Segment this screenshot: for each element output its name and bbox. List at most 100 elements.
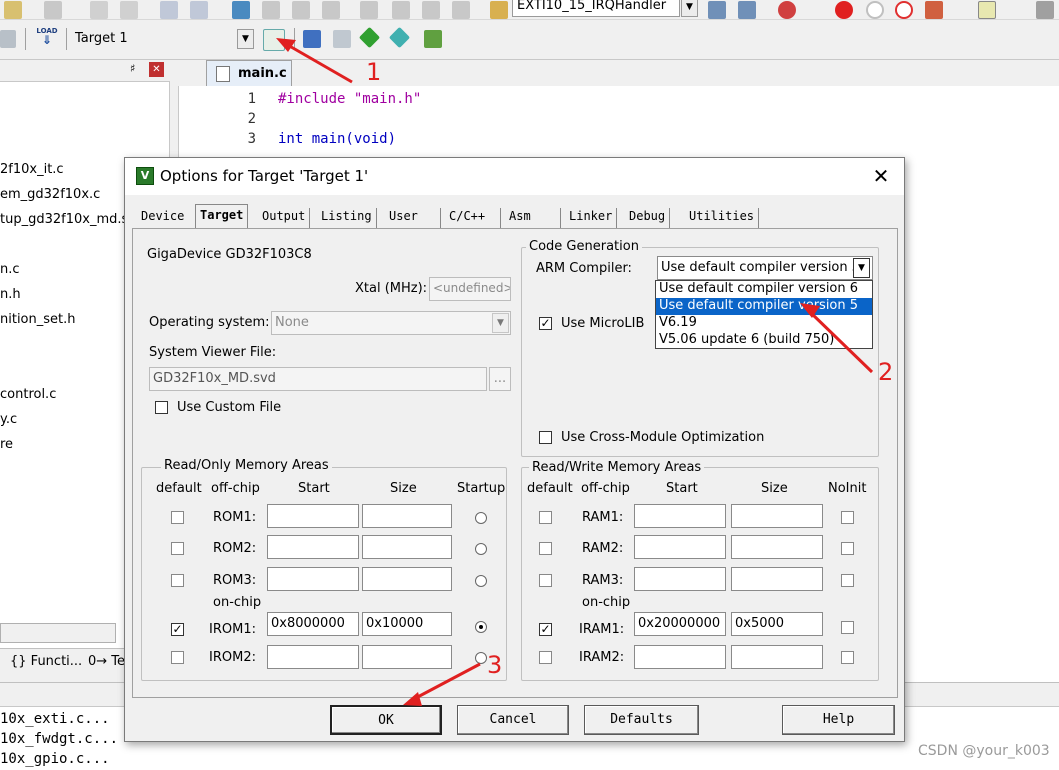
templates-tab[interactable]: 0→ Te — [88, 654, 125, 669]
pin-icon[interactable]: ♯ — [130, 62, 135, 75]
breakpoint-icon[interactable] — [835, 1, 853, 19]
ram1-default-checkbox[interactable] — [539, 511, 552, 524]
tab-target[interactable]: Target — [195, 204, 249, 229]
project-file-item[interactable]: em_gd32f10x.c — [0, 187, 100, 202]
project-file-item[interactable]: tup_gd32f10x_md.s — [0, 212, 128, 227]
compiler-option[interactable]: V6.19 — [656, 315, 872, 332]
rom1-startup-radio[interactable] — [475, 512, 487, 524]
find-icon[interactable] — [708, 1, 726, 19]
tab-user[interactable]: User — [385, 208, 441, 228]
tab-utilities[interactable]: Utilities — [685, 208, 760, 228]
ram3-size-input[interactable] — [731, 567, 823, 591]
batch-build-icon[interactable] — [0, 30, 16, 48]
incremental-find-icon[interactable] — [738, 1, 756, 19]
irom1-size-input[interactable]: 0x10000 — [362, 612, 452, 636]
custom-file-checkbox[interactable] — [155, 401, 168, 414]
pack-installer-icon[interactable] — [424, 30, 442, 48]
find-in-files-icon[interactable] — [490, 1, 508, 19]
debug-session-icon[interactable] — [778, 1, 796, 19]
tab-listing[interactable]: Listing — [317, 208, 377, 228]
project-file-item[interactable]: 2f10x_it.c — [0, 162, 64, 177]
function-combo[interactable]: EXTI10_15_IRQHandler — [512, 0, 680, 17]
copy-icon[interactable] — [44, 1, 62, 19]
window-layout-icon[interactable] — [978, 1, 996, 19]
dialog-titlebar[interactable]: V Options for Target 'Target 1' ✕ — [125, 158, 904, 195]
bookmark-clear-icon[interactable] — [322, 1, 340, 19]
arm-compiler-select[interactable]: Use default compiler version 5 — [657, 256, 873, 280]
compiler-option[interactable]: Use default compiler version 6 — [656, 281, 872, 298]
rom1-default-checkbox[interactable] — [171, 511, 184, 524]
project-file-item[interactable]: y.c — [0, 412, 17, 427]
svd-input[interactable]: GD32F10x_MD.svd — [149, 367, 487, 391]
cancel-button[interactable]: Cancel — [457, 705, 569, 735]
project-panel-scrollbar[interactable] — [0, 623, 116, 643]
compiler-option-selected[interactable]: Use default compiler version 5 — [656, 298, 872, 315]
irom2-default-checkbox[interactable] — [171, 651, 184, 664]
functions-tab[interactable]: {} Functi... — [10, 654, 82, 669]
uncomment-icon[interactable] — [452, 1, 470, 19]
iram1-noinit-checkbox[interactable] — [841, 621, 854, 634]
ram1-start-input[interactable] — [634, 504, 726, 528]
iram2-noinit-checkbox[interactable] — [841, 651, 854, 664]
ram2-size-input[interactable] — [731, 535, 823, 559]
rom3-size-input[interactable] — [362, 567, 452, 591]
iram1-start-input[interactable]: 0x20000000 — [634, 612, 726, 636]
bookmark-prev-icon[interactable] — [262, 1, 280, 19]
tab-linker[interactable]: Linker — [565, 208, 618, 228]
unindent-icon[interactable] — [392, 1, 410, 19]
back-icon[interactable] — [160, 1, 178, 19]
ram3-noinit-checkbox[interactable] — [841, 574, 854, 587]
close-icon[interactable]: ✕ — [870, 164, 892, 188]
redo-icon[interactable] — [120, 1, 138, 19]
os-select[interactable]: None — [271, 311, 511, 335]
project-file-item[interactable]: nition_set.h — [0, 312, 76, 327]
ram2-noinit-checkbox[interactable] — [841, 542, 854, 555]
function-combo-dropdown[interactable]: ▼ — [681, 0, 698, 17]
breakpoint-kill-icon[interactable] — [895, 1, 913, 19]
manage-rte-icon[interactable] — [358, 26, 381, 49]
iram1-default-checkbox[interactable]: ✓ — [539, 623, 552, 636]
comment-icon[interactable] — [422, 1, 440, 19]
undo-icon[interactable] — [90, 1, 108, 19]
defaults-button[interactable]: Defaults — [584, 705, 699, 735]
xtal-input[interactable]: <undefined> — [429, 277, 511, 301]
tools-icon[interactable] — [1036, 1, 1054, 19]
ok-button[interactable]: OK — [330, 705, 442, 735]
os-select-dropdown-icon[interactable]: ▼ — [492, 313, 509, 333]
bookmark-icon[interactable] — [232, 1, 250, 19]
cut-icon[interactable] — [4, 1, 22, 19]
microlib-checkbox[interactable]: ✓ — [539, 317, 552, 330]
load-icon[interactable]: LOAD ⇓ — [36, 27, 58, 49]
breakpoint-killall-icon[interactable] — [925, 1, 943, 19]
tab-output[interactable]: Output — [258, 208, 311, 228]
breakpoint-disable-icon[interactable] — [866, 1, 884, 19]
target-combo[interactable]: Target 1 — [70, 28, 238, 50]
ram2-start-input[interactable] — [634, 535, 726, 559]
close-panel-icon[interactable]: ✕ — [149, 62, 164, 77]
iram2-start-input[interactable] — [634, 645, 726, 669]
irom1-startup-radio[interactable] — [475, 621, 487, 633]
ram1-size-input[interactable] — [731, 504, 823, 528]
cross-module-checkbox[interactable] — [539, 431, 552, 444]
rom3-start-input[interactable] — [267, 567, 359, 591]
ram2-default-checkbox[interactable] — [539, 542, 552, 555]
file-extensions-icon[interactable] — [333, 30, 351, 48]
iram2-default-checkbox[interactable] — [539, 651, 552, 664]
tab-debug[interactable]: Debug — [625, 208, 671, 228]
rom3-startup-radio[interactable] — [475, 575, 487, 587]
help-button[interactable]: Help — [782, 705, 895, 735]
compiler-option[interactable]: V5.06 update 6 (build 750) — [656, 332, 872, 349]
iram2-size-input[interactable] — [731, 645, 823, 669]
arm-compiler-dropdown-icon[interactable]: ▼ — [853, 258, 870, 278]
rom2-size-input[interactable] — [362, 535, 452, 559]
bookmark-next-icon[interactable] — [292, 1, 310, 19]
tab-c-cpp[interactable]: C/C++ — [445, 208, 501, 228]
project-file-item[interactable]: control.c — [0, 387, 56, 402]
ram1-noinit-checkbox[interactable] — [841, 511, 854, 524]
indent-icon[interactable] — [360, 1, 378, 19]
project-file-item[interactable]: re — [0, 437, 13, 452]
rom1-start-input[interactable] — [267, 504, 359, 528]
select-packs-icon[interactable] — [388, 26, 411, 49]
irom1-start-input[interactable]: 0x8000000 — [267, 612, 359, 636]
tab-main-c[interactable]: main.c — [206, 60, 292, 87]
